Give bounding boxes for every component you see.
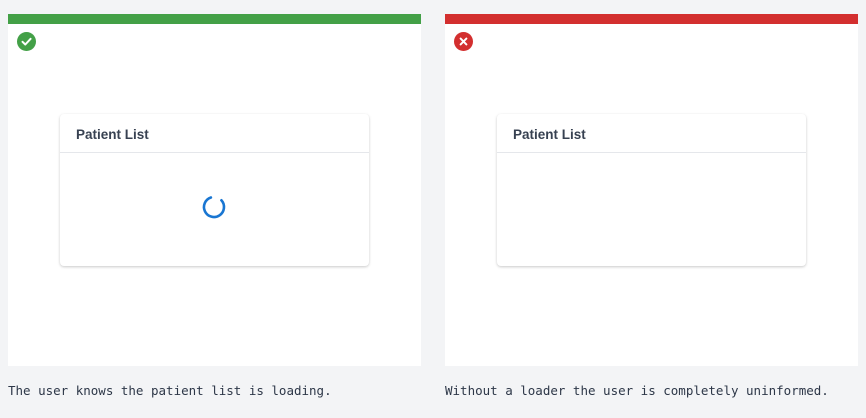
patient-list-card: Patient List: [497, 114, 806, 266]
success-accent-bar: [8, 14, 421, 24]
loading-spinner-icon: [201, 194, 227, 220]
bad-example-panel: Patient List: [445, 14, 858, 366]
error-accent-bar: [445, 14, 858, 24]
good-example-caption: The user knows the patient list is loadi…: [8, 383, 332, 398]
good-example-panel: Patient List: [8, 14, 421, 366]
bad-example-caption: Without a loader the user is completely …: [445, 383, 829, 398]
card-header: Patient List: [60, 114, 369, 153]
card-title: Patient List: [513, 127, 586, 142]
card-header: Patient List: [497, 114, 806, 153]
patient-list-card: Patient List: [60, 114, 369, 266]
x-circle-icon: [454, 32, 473, 51]
card-title: Patient List: [76, 127, 149, 142]
check-circle-icon: [17, 32, 36, 51]
